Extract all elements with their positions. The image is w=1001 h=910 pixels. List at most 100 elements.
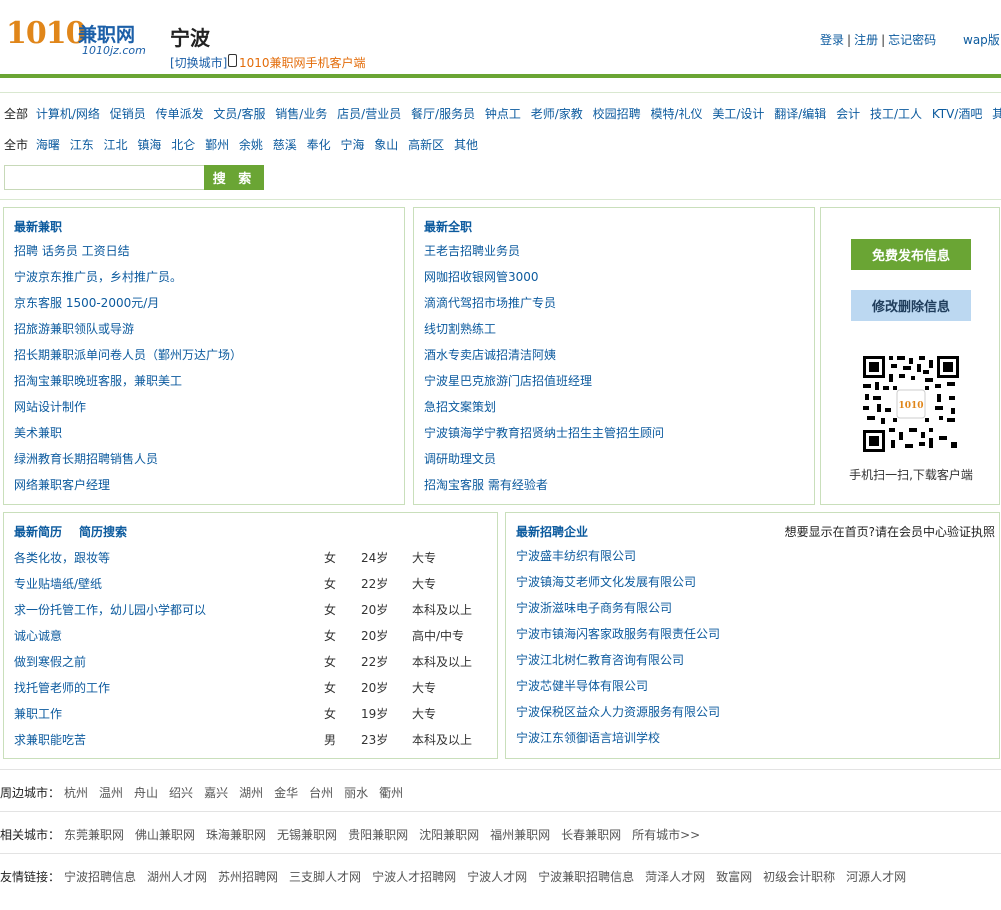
job-link[interactable]: 招聘 话务员 工资日结	[14, 244, 130, 258]
resume-link[interactable]: 各类化妆，跟妆等	[14, 549, 110, 566]
company-link[interactable]: 宁波芯健半导体有限公司	[516, 679, 648, 693]
related-city-link[interactable]: 福州兼职网	[490, 828, 550, 842]
area-link[interactable]: 其他	[454, 138, 478, 152]
city-link[interactable]: 丽水	[344, 786, 368, 800]
area-link[interactable]: 镇海	[137, 138, 161, 152]
category-link[interactable]: 技工/工人	[870, 107, 922, 121]
related-city-link[interactable]: 珠海兼职网	[206, 828, 266, 842]
category-link[interactable]: 模特/礼仪	[650, 107, 702, 121]
publish-free-button[interactable]: 免费发布信息	[851, 239, 971, 270]
company-link[interactable]: 宁波市镇海闪客家政服务有限责任公司	[516, 627, 720, 641]
area-link[interactable]: 海曙	[36, 138, 60, 152]
area-link[interactable]: 象山	[374, 138, 398, 152]
job-link[interactable]: 宁波京东推广员，乡村推广员。	[14, 270, 182, 284]
company-link[interactable]: 宁波江东领御语言培训学校	[516, 731, 660, 745]
resume-search-link[interactable]: 简历搜索	[79, 523, 127, 540]
area-all[interactable]: 全市	[4, 138, 28, 152]
related-city-link[interactable]: 无锡兼职网	[277, 828, 337, 842]
search-input[interactable]	[4, 165, 204, 190]
job-link[interactable]: 宁波镇海学宁教育招贤纳士招生主管招生顾问	[424, 426, 664, 440]
friend-link[interactable]: 宁波兼职招聘信息	[538, 870, 634, 884]
related-city-link[interactable]: 佛山兼职网	[135, 828, 195, 842]
category-link[interactable]: 美工/设计	[712, 107, 764, 121]
category-link[interactable]: 文员/客服	[213, 107, 265, 121]
switch-city-link[interactable]: [切换城市]	[170, 54, 227, 71]
related-city-link[interactable]: 东莞兼职网	[64, 828, 124, 842]
category-link[interactable]: 会计	[836, 107, 860, 121]
job-link[interactable]: 网站设计制作	[14, 400, 86, 414]
related-city-link[interactable]: 贵阳兼职网	[348, 828, 408, 842]
resume-link[interactable]: 兼职工作	[14, 705, 62, 722]
area-link[interactable]: 慈溪	[273, 138, 297, 152]
city-link[interactable]: 湖州	[239, 786, 263, 800]
job-link[interactable]: 招淘宝兼职晚班客服，兼职美工	[14, 374, 182, 388]
area-link[interactable]: 江北	[104, 138, 128, 152]
job-link[interactable]: 网咖招收银网管3000	[424, 270, 539, 284]
city-link[interactable]: 台州	[309, 786, 333, 800]
friend-link[interactable]: 湖州人才网	[147, 870, 207, 884]
company-link[interactable]: 宁波保税区益众人力资源服务有限公司	[516, 705, 720, 719]
friend-link[interactable]: 菏泽人才网	[645, 870, 705, 884]
category-link[interactable]: 老师/家教	[531, 107, 583, 121]
job-link[interactable]: 美术兼职	[14, 426, 62, 440]
area-link[interactable]: 宁海	[340, 138, 364, 152]
friend-link[interactable]: 初级会计职称	[763, 870, 835, 884]
friend-link[interactable]: 河源人才网	[846, 870, 906, 884]
company-link[interactable]: 宁波浙滋味电子商务有限公司	[516, 601, 672, 615]
resume-link[interactable]: 找托管老师的工作	[14, 679, 110, 696]
company-link[interactable]: 宁波江北树仁教育咨询有限公司	[516, 653, 684, 667]
job-link[interactable]: 招淘宝客服 需有经验者	[424, 478, 548, 492]
city-link[interactable]: 金华	[274, 786, 298, 800]
category-link[interactable]: KTV/酒吧	[932, 107, 983, 121]
city-link[interactable]: 嘉兴	[204, 786, 228, 800]
friend-link[interactable]: 苏州招聘网	[218, 870, 278, 884]
all-cities-link[interactable]: 所有城市>>	[632, 828, 700, 842]
job-link[interactable]: 王老吉招聘业务员	[424, 244, 520, 258]
city-link[interactable]: 绍兴	[169, 786, 193, 800]
area-link[interactable]: 鄞州	[205, 138, 229, 152]
category-link[interactable]: 计算机/网络	[36, 107, 100, 121]
friend-link[interactable]: 宁波招聘信息	[64, 870, 136, 884]
job-link[interactable]: 招长期兼职派单问卷人员（鄞州万达广场）	[14, 348, 242, 362]
company-link[interactable]: 宁波盛丰纺织有限公司	[516, 549, 636, 563]
forgot-password-link[interactable]: 忘记密码	[888, 33, 936, 47]
resume-link[interactable]: 求兼职能吃苦	[14, 731, 86, 748]
job-link[interactable]: 绿洲教育长期招聘销售人员	[14, 452, 158, 466]
register-link[interactable]: 注册	[854, 33, 878, 47]
category-link[interactable]: 翻译/编辑	[774, 107, 826, 121]
friend-link[interactable]: 宁波人才网	[467, 870, 527, 884]
login-link[interactable]: 登录	[820, 33, 844, 47]
related-city-link[interactable]: 沈阳兼职网	[419, 828, 479, 842]
job-link[interactable]: 网络兼职客户经理	[14, 478, 110, 492]
area-link[interactable]: 奉化	[307, 138, 331, 152]
friend-link[interactable]: 致富网	[716, 870, 752, 884]
search-button[interactable]: 搜 索	[204, 165, 264, 190]
city-link[interactable]: 杭州	[64, 786, 88, 800]
job-link[interactable]: 急招文案策划	[424, 400, 496, 414]
job-link[interactable]: 京东客服 1500-2000元/月	[14, 296, 159, 310]
city-link[interactable]: 舟山	[134, 786, 158, 800]
area-link[interactable]: 余姚	[239, 138, 263, 152]
job-link[interactable]: 线切割熟练工	[424, 322, 496, 336]
resume-link[interactable]: 做到寒假之前	[14, 653, 86, 670]
company-link[interactable]: 宁波镇海艾老师文化发展有限公司	[516, 575, 696, 589]
site-logo[interactable]: 1010 兼职网 1010jz.com	[6, 16, 156, 58]
resume-link[interactable]: 专业贴墙纸/壁纸	[14, 575, 102, 592]
category-link[interactable]: 销售/业务	[275, 107, 327, 121]
resume-link[interactable]: 诚心诚意	[14, 627, 62, 644]
area-link[interactable]: 江东	[70, 138, 94, 152]
friend-link[interactable]: 三支脚人才网	[289, 870, 361, 884]
category-link[interactable]: 餐厅/服务员	[411, 107, 475, 121]
job-link[interactable]: 宁波星巴克旅游门店招值班经理	[424, 374, 592, 388]
category-all[interactable]: 全部	[4, 107, 28, 121]
job-link[interactable]: 调研助理文员	[424, 452, 496, 466]
category-link[interactable]: 促销员	[110, 107, 146, 121]
mobile-app-link[interactable]: 1010兼职网手机客户端	[239, 54, 366, 71]
friend-link[interactable]: 宁波人才招聘网	[372, 870, 456, 884]
category-link[interactable]: 校园招聘	[593, 107, 641, 121]
city-link[interactable]: 衢州	[379, 786, 403, 800]
city-link[interactable]: 温州	[99, 786, 123, 800]
resume-link[interactable]: 求一份托管工作，幼儿园小学都可以	[14, 601, 206, 618]
wap-link[interactable]: wap版	[963, 31, 1000, 48]
area-link[interactable]: 北仑	[171, 138, 195, 152]
